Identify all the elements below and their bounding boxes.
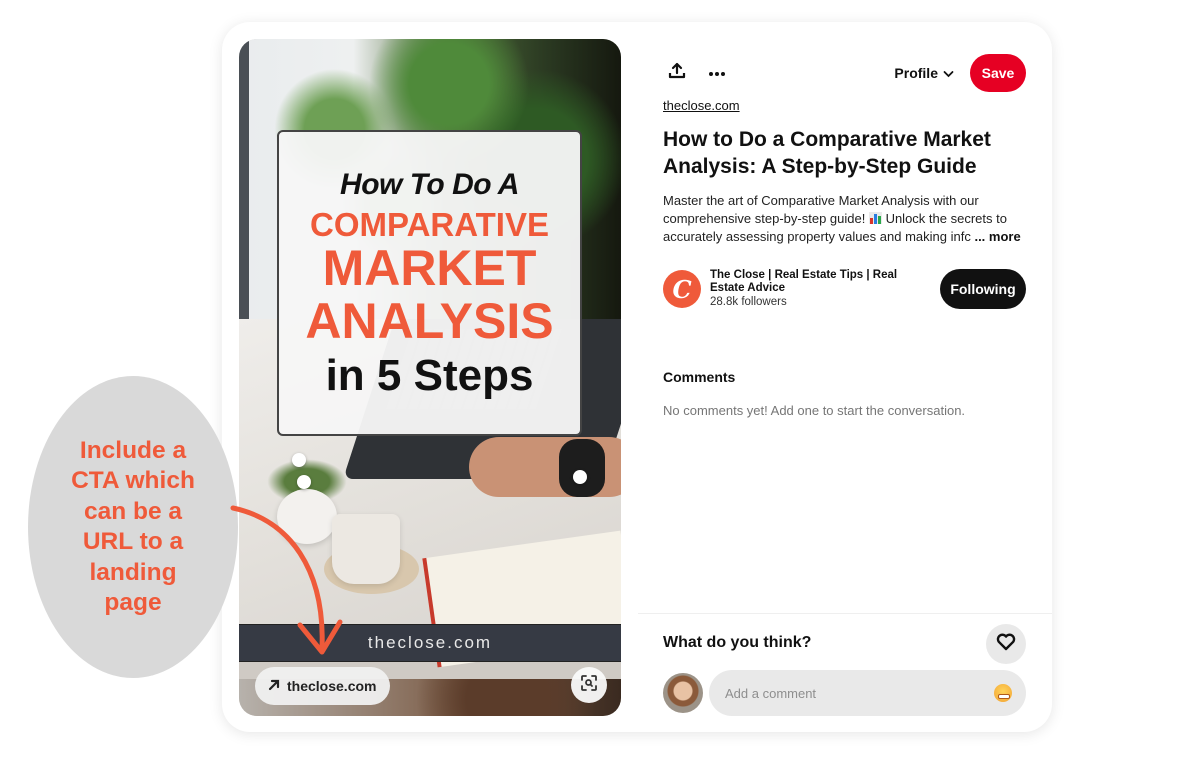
comments-empty-state: No comments yet! Add one to start the co… (663, 403, 966, 418)
board-select-label: Profile (894, 65, 938, 81)
bar-chart-emoji-icon (868, 212, 882, 224)
source-domain-link[interactable]: theclose.com (663, 98, 740, 113)
pin-image[interactable]: How To Do A COMPARATIVE MARKET ANALYSIS … (239, 39, 621, 716)
pin-details-panel: Profile Save theclose.com How to Do a Co… (638, 22, 1052, 732)
creator-follower-count: 28.8k followers (710, 296, 787, 308)
save-button[interactable]: Save (970, 54, 1026, 92)
pin-action-bar: Profile Save (663, 54, 1026, 92)
overlay-title-line: How To Do A (340, 168, 519, 201)
overlay-title-line: MARKET (322, 240, 537, 296)
destination-link-label: theclose.com (287, 678, 377, 694)
overlay-title-line: in 5 Steps (325, 351, 534, 400)
visual-search-button[interactable] (571, 667, 607, 703)
creator-avatar[interactable]: C (663, 270, 701, 308)
annotation-callout: Include a CTA which can be a URL to a la… (28, 376, 238, 678)
board-select-dropdown[interactable]: Profile (894, 65, 954, 81)
emoji-icon[interactable] (994, 684, 1012, 702)
more-icon (708, 64, 726, 82)
pin-title: How to Do a Comparative Market Analysis:… (663, 128, 991, 178)
creator-row: C The Close | Real Estate Tips | Real Es… (663, 268, 1026, 310)
pin-closeup-card: How To Do A COMPARATIVE MARKET ANALYSIS … (222, 22, 1052, 732)
share-button[interactable] (663, 59, 691, 87)
divider (638, 613, 1052, 614)
image-title-overlay: How To Do A COMPARATIVE MARKET ANALYSIS … (277, 130, 582, 436)
arrow-up-right-icon (267, 678, 281, 695)
share-icon (668, 62, 686, 85)
comment-input[interactable] (725, 685, 994, 701)
overlay-title-line: COMPARATIVE (310, 206, 549, 243)
annotation-text: Include a CTA which can be a URL to a la… (71, 436, 195, 617)
visual-search-icon (580, 674, 598, 697)
more-options-button[interactable] (703, 59, 731, 87)
react-button[interactable] (986, 624, 1026, 664)
heart-icon (996, 633, 1016, 656)
image-url-banner: theclose.com (239, 624, 621, 662)
add-comment-row (663, 670, 1026, 716)
following-button[interactable]: Following (940, 269, 1026, 309)
overlay-title-line: ANALYSIS (305, 292, 554, 349)
destination-link-button[interactable]: theclose.com (255, 667, 391, 705)
comments-heading[interactable]: Comments (663, 369, 735, 385)
feedback-prompt: What do you think? (663, 634, 812, 651)
user-avatar[interactable] (663, 673, 703, 713)
description-more-link[interactable]: ... more (974, 229, 1020, 244)
creator-name[interactable]: The Close | Real Estate Tips | Real Esta… (710, 269, 910, 295)
chevron-down-icon (943, 65, 954, 81)
comment-input-container[interactable] (709, 670, 1026, 716)
product-hotspot[interactable] (292, 453, 306, 467)
product-hotspot[interactable] (573, 470, 587, 484)
product-hotspot[interactable] (297, 475, 311, 489)
pin-description: Master the art of Comparative Market Ana… (663, 192, 1033, 246)
